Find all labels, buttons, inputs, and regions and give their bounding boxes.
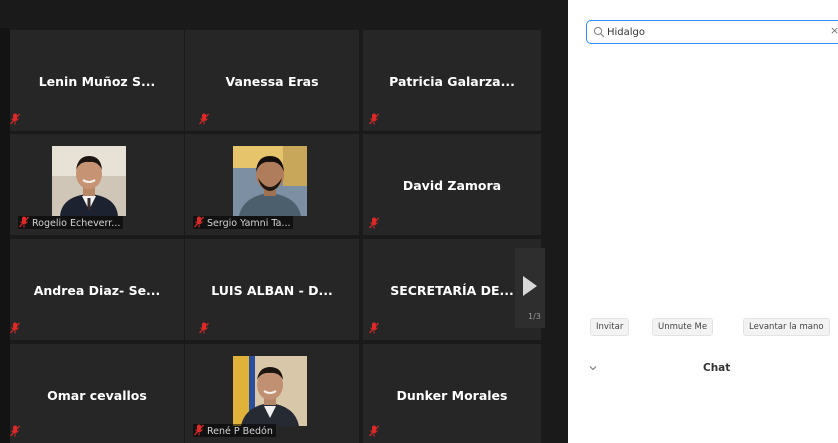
muted-mic-icon — [369, 113, 379, 125]
participant-tile[interactable]: René P Bedón — [185, 344, 359, 443]
search-icon — [593, 26, 605, 38]
gallery-top-bar — [0, 0, 568, 28]
video-gallery: Lenin Muñoz S... Vanessa Eras Patricia G… — [0, 0, 568, 443]
participant-name: LUIS ALBAN - D... — [211, 283, 333, 298]
participant-name: Rogelio Echeverr... — [32, 218, 121, 229]
muted-mic-icon — [19, 216, 29, 228]
participant-name: Patricia Galarza... — [389, 74, 515, 89]
participant-tile[interactable]: Andrea Diaz- Se... — [10, 239, 184, 340]
invite-button[interactable]: Invitar — [590, 318, 630, 336]
chevron-right-icon — [523, 276, 537, 296]
participant-name: David Zamora — [402, 178, 502, 193]
participant-name: Omar cevallos — [47, 388, 147, 403]
participant-search[interactable]: × — [586, 20, 838, 44]
participant-tile[interactable]: LUIS ALBAN - D... — [185, 239, 359, 340]
participant-video — [233, 356, 307, 426]
page-indicator: 1/3 — [528, 312, 541, 321]
search-input[interactable] — [607, 24, 807, 40]
muted-mic-icon — [10, 322, 20, 334]
participant-tile[interactable]: Patricia Galarza... — [363, 30, 541, 131]
chat-header[interactable]: Chat — [568, 357, 838, 381]
participant-name: Lenin Muñoz S... — [38, 74, 156, 89]
participant-tile[interactable]: Vanessa Eras — [185, 30, 359, 131]
participant-name-label: Sergio Yamni Ta... — [193, 216, 294, 229]
participant-tile[interactable]: Lenin Muñoz S... — [10, 30, 184, 131]
muted-mic-icon — [199, 113, 209, 125]
gallery-left-edge — [0, 28, 10, 443]
muted-mic-icon — [10, 113, 20, 125]
unmute-me-button[interactable]: Unmute Me — [652, 318, 714, 336]
participant-name: Dunker Morales — [396, 388, 508, 403]
participant-tile[interactable]: David Zamora — [363, 134, 541, 235]
participant-video — [233, 146, 307, 216]
muted-mic-icon — [369, 425, 379, 437]
participant-name: Andrea Diaz- Se... — [33, 283, 161, 298]
muted-mic-icon — [10, 425, 20, 437]
muted-mic-icon — [194, 216, 204, 228]
chat-title: Chat — [703, 362, 731, 374]
participant-name-label: Rogelio Echeverr... — [18, 216, 124, 229]
chevron-down-icon[interactable] — [588, 363, 598, 373]
participant-name-label: René P Bedón — [193, 424, 276, 437]
participant-tile[interactable]: Dunker Morales — [363, 344, 541, 443]
raise-hand-button[interactable]: Levantar la mano — [743, 318, 830, 336]
participants-panel: × Invitar Unmute Me Levantar la mano Cha… — [568, 0, 838, 443]
close-icon[interactable]: × — [830, 24, 838, 37]
muted-mic-icon — [369, 322, 379, 334]
muted-mic-icon — [369, 217, 379, 229]
participant-tile[interactable]: Rogelio Echeverr... — [10, 134, 184, 235]
participant-name: Sergio Yamni Ta... — [207, 218, 291, 229]
muted-mic-icon — [199, 322, 209, 334]
participant-video — [52, 146, 126, 216]
participant-tile[interactable]: Omar cevallos — [10, 344, 184, 443]
muted-mic-icon — [194, 424, 204, 436]
participant-name: Vanessa Eras — [225, 74, 319, 89]
participant-tile[interactable]: Sergio Yamni Ta... — [185, 134, 359, 235]
participant-name: René P Bedón — [207, 426, 273, 437]
